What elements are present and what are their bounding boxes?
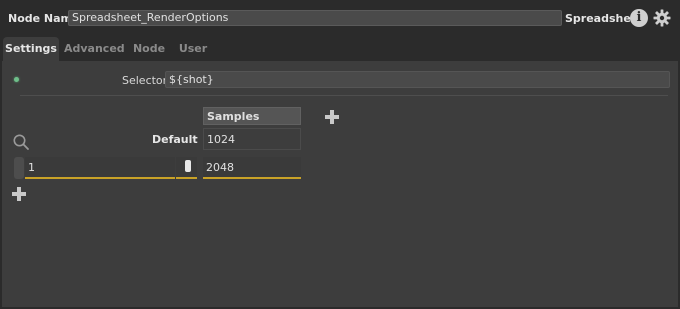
default-samples-value[interactable]: 1024 [203,128,301,150]
add-row-icon[interactable] [12,187,26,201]
search-icon[interactable] [12,133,30,151]
selector-label: Selector [122,74,168,87]
toggle-thumb[interactable] [185,160,191,172]
node-header: Node Name Spreadsheet_RenderOptions Spre… [0,0,680,36]
settings-panel: Selector ${shot} Samples Default 1024 1 … [2,61,678,307]
row-enable-toggle[interactable] [176,157,197,179]
tab-settings[interactable]: Settings [3,37,59,61]
add-column-icon[interactable] [325,110,339,124]
row-key-input[interactable]: 1 [25,157,175,179]
status-led-icon [14,77,19,82]
node-name-input[interactable]: Spreadsheet_RenderOptions [68,10,562,26]
row-drag-handle[interactable] [14,157,24,179]
column-header-samples[interactable]: Samples [203,107,301,125]
tab-bar: Settings Advanced Node User [0,37,680,61]
info-icon[interactable]: i [630,9,648,27]
divider [20,95,668,96]
selector-input[interactable]: ${shot} [165,71,670,88]
gear-icon[interactable] [653,9,671,27]
row-samples-value[interactable]: 2048 [203,157,301,179]
tab-advanced[interactable]: Advanced [64,37,125,61]
tab-user[interactable]: User [175,37,211,61]
tab-node[interactable]: Node [130,37,168,61]
default-row-label: Default [152,133,198,146]
